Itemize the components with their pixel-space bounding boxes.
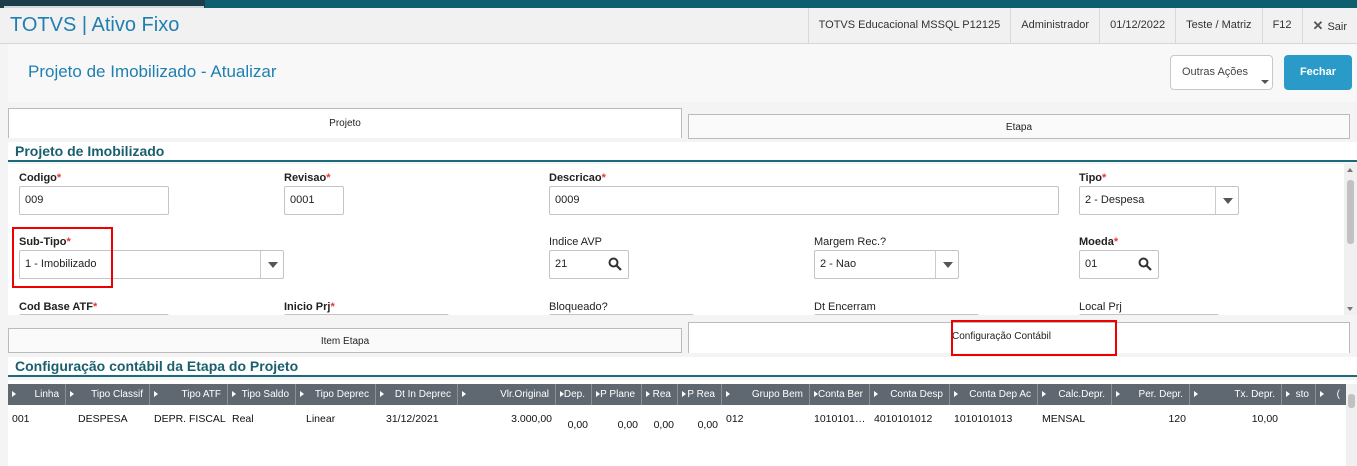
close-icon: ✕ bbox=[1312, 18, 1324, 33]
app-bar: TOTVS | Ativo Fixo TOTVS Educacional MSS… bbox=[0, 8, 1357, 44]
user-name[interactable]: Administrador bbox=[1010, 8, 1099, 43]
config-grid: Linha Tipo Classif Tipo ATF Tipo Saldo T… bbox=[8, 380, 1357, 466]
cell-grupo-bem: 012 bbox=[726, 413, 744, 425]
col-tipo-deprec[interactable]: Tipo Deprec bbox=[296, 384, 376, 405]
search-icon[interactable] bbox=[1138, 257, 1152, 271]
tipo-label: Tipo* bbox=[1079, 172, 1107, 184]
cell-tipo-atf: DEPR. FISCAL bbox=[154, 413, 226, 425]
cell-conta-bem: 1010101… bbox=[814, 413, 866, 425]
branch[interactable]: Teste / Matriz bbox=[1175, 8, 1261, 43]
col-linha[interactable]: Linha bbox=[8, 384, 66, 405]
grid-scrollbar[interactable] bbox=[1346, 384, 1357, 466]
col-tipo-atf[interactable]: Tipo ATF bbox=[150, 384, 228, 405]
top-strip bbox=[0, 0, 1357, 8]
col-conta-desp[interactable]: Conta Desp bbox=[870, 384, 950, 405]
grid-header: Linha Tipo Classif Tipo ATF Tipo Saldo T… bbox=[8, 384, 1346, 405]
col-tx-depr[interactable]: Tx. Depr. bbox=[1190, 384, 1282, 405]
form-scrollbar[interactable] bbox=[1344, 164, 1357, 315]
moeda-label: Moeda* bbox=[1079, 236, 1119, 248]
section-projeto-header: Projeto de Imobilizado bbox=[8, 142, 1357, 162]
indice-avp-input[interactable]: 21 bbox=[549, 250, 629, 279]
col-custo[interactable]: sto bbox=[1282, 384, 1316, 405]
tab-etapa[interactable]: Etapa bbox=[688, 114, 1350, 139]
cell-vlr-original: 3.000,00 bbox=[511, 413, 552, 425]
col-per-depr[interactable]: Per. Depr. bbox=[1112, 384, 1190, 405]
col-vlr-original[interactable]: Vlr.Original bbox=[458, 384, 556, 405]
f12-button[interactable]: F12 bbox=[1261, 8, 1302, 43]
section-config-header: Configuração contábil da Etapa do Projet… bbox=[8, 357, 1357, 377]
tab-projeto[interactable]: Projeto bbox=[8, 108, 682, 138]
other-actions-button[interactable]: Outras Ações bbox=[1170, 55, 1273, 90]
cell-dt-in-deprec: 31/12/2021 bbox=[386, 413, 439, 425]
exit-button[interactable]: ✕ Sair bbox=[1301, 8, 1357, 43]
margem-select[interactable]: 2 - Nao bbox=[814, 250, 959, 279]
cell-conta-dep-ac: 1010101013 bbox=[954, 413, 1013, 425]
cell-conta-desp: 4010101012 bbox=[874, 413, 933, 425]
col-extra[interactable]: ( bbox=[1316, 384, 1346, 405]
page-title: Projeto de Imobilizado - Atualizar bbox=[28, 62, 277, 81]
dt-encerram-input[interactable] bbox=[814, 314, 979, 315]
search-icon[interactable] bbox=[608, 257, 622, 271]
chevron-down-icon[interactable] bbox=[1215, 187, 1238, 214]
app-title: TOTVS | Ativo Fixo bbox=[10, 14, 180, 36]
revisao-input[interactable]: 0001 bbox=[284, 186, 344, 215]
chevron-down-icon[interactable] bbox=[935, 251, 958, 278]
environment: TOTVS Educacional MSSQL P12125 bbox=[807, 8, 1011, 43]
col-p-plane[interactable]: P Plane bbox=[592, 384, 642, 405]
col-conta-dep-ac[interactable]: Conta Dep Ac bbox=[950, 384, 1038, 405]
project-form: Codigo* 009 Revisao* 0001 Descricao* 000… bbox=[8, 164, 1357, 315]
codigo-label: Codigo* bbox=[19, 172, 62, 184]
cell-tipo-deprec: Linear bbox=[306, 413, 336, 425]
col-tipo-classif[interactable]: Tipo Classif bbox=[66, 384, 150, 405]
cell-rea: 0,00 bbox=[653, 419, 674, 431]
cell-tx-depr: 10,00 bbox=[1251, 413, 1278, 425]
highlight-subtipo bbox=[12, 227, 113, 288]
col-dt-in-deprec[interactable]: Dt In Deprec bbox=[376, 384, 458, 405]
codigo-input[interactable]: 009 bbox=[19, 186, 169, 215]
cell-tipo-classif: DESPESA bbox=[78, 413, 128, 425]
cell-p-rea: 0,00 bbox=[697, 419, 718, 431]
inicio-prj-input[interactable] bbox=[284, 314, 449, 315]
cell-per-depr: 120 bbox=[1168, 413, 1186, 425]
descricao-input[interactable]: 0009 bbox=[549, 186, 1059, 215]
bloqueado-select[interactable] bbox=[549, 314, 694, 315]
page-header: Projeto de Imobilizado - Atualizar bbox=[8, 44, 1357, 102]
local-prj-label: Local Prj bbox=[1079, 301, 1122, 313]
cell-calc-depr: MENSAL bbox=[1042, 413, 1086, 425]
dt-encerram-label: Dt Encerram bbox=[814, 301, 876, 313]
close-button[interactable]: Fechar bbox=[1284, 55, 1352, 90]
cod-base-label: Cod Base ATF* bbox=[19, 301, 98, 313]
local-prj-input[interactable] bbox=[1079, 314, 1219, 315]
inicio-prj-label: Inicio Prj* bbox=[284, 301, 335, 313]
cell-linha: 001 bbox=[12, 413, 30, 425]
col-grupo-bem[interactable]: Grupo Bem bbox=[722, 384, 810, 405]
col-dep[interactable]: Dep. bbox=[556, 384, 592, 405]
cod-base-input[interactable] bbox=[19, 314, 169, 315]
bloqueado-label: Bloqueado? bbox=[549, 301, 608, 313]
col-rea[interactable]: Rea bbox=[642, 384, 678, 405]
col-p-rea[interactable]: P Rea bbox=[678, 384, 722, 405]
cell-tipo-saldo: Real bbox=[232, 413, 254, 425]
col-conta-bem[interactable]: Conta Ber bbox=[810, 384, 870, 405]
descricao-label: Descricao* bbox=[549, 172, 606, 184]
margem-label: Margem Rec.? bbox=[814, 236, 887, 248]
col-tipo-saldo[interactable]: Tipo Saldo bbox=[228, 384, 296, 405]
highlight-config-tab bbox=[951, 320, 1117, 356]
cell-p-plane: 0,00 bbox=[617, 419, 638, 431]
app-info: TOTVS Educacional MSSQL P12125 Administr… bbox=[807, 8, 1357, 43]
col-calc-depr[interactable]: Calc.Depr. bbox=[1038, 384, 1112, 405]
revisao-label: Revisao* bbox=[284, 172, 331, 184]
tipo-select[interactable]: 2 - Despesa bbox=[1079, 186, 1239, 215]
table-row[interactable]: 001 DESPESA DEPR. FISCAL Real Linear 31/… bbox=[8, 413, 1346, 433]
tab-item-etapa[interactable]: Item Etapa bbox=[8, 328, 682, 353]
indice-avp-label: Indice AVP bbox=[549, 236, 602, 248]
cell-dep: 0,00 bbox=[567, 419, 588, 431]
chevron-down-icon bbox=[1261, 80, 1269, 84]
chevron-down-icon[interactable] bbox=[260, 251, 283, 278]
moeda-input[interactable]: 01 bbox=[1079, 250, 1159, 279]
system-date: 01/12/2022 bbox=[1099, 8, 1175, 43]
